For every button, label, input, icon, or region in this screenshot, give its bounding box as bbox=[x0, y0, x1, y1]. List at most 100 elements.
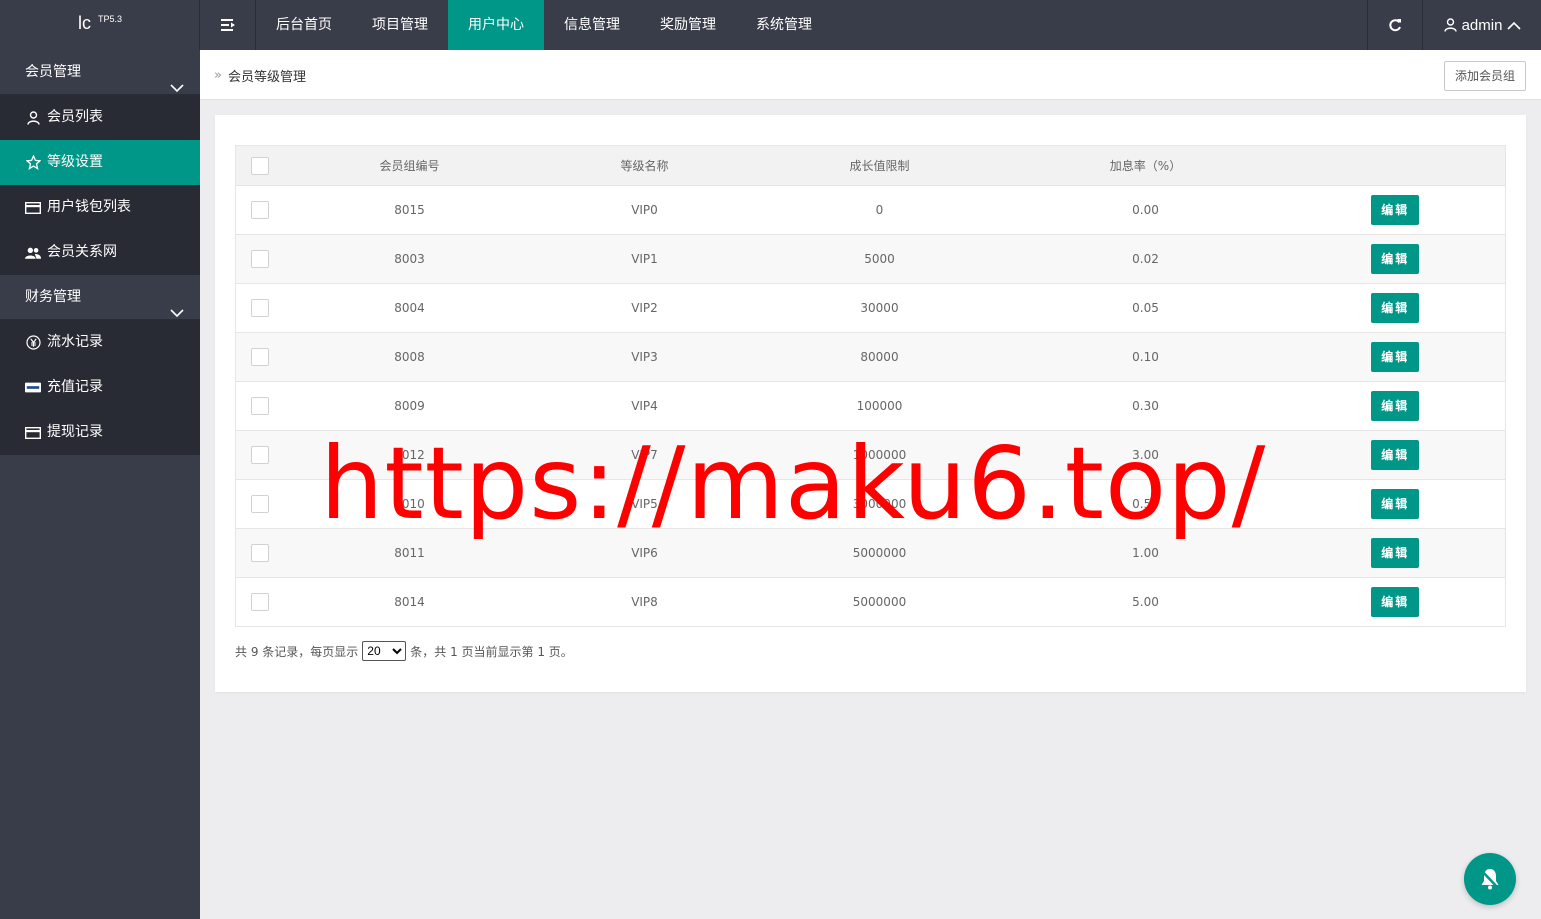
menu-toggle-button[interactable] bbox=[200, 0, 256, 50]
nav-item-3[interactable]: 信息管理 bbox=[544, 0, 640, 50]
row-checkbox[interactable] bbox=[250, 495, 269, 513]
header-interest-rate: 加息率（%） bbox=[1109, 159, 1182, 173]
table-cell: 0.30 bbox=[1132, 399, 1159, 413]
sidebar-item-0-3[interactable]: 会员关系网 bbox=[0, 230, 200, 275]
sidebar-item-label: 提现记录 bbox=[47, 424, 103, 440]
table-cell: VIP2 bbox=[631, 301, 658, 315]
nav-item-0[interactable]: 后台首页 bbox=[256, 0, 352, 50]
user-menu[interactable]: admin bbox=[1424, 0, 1541, 50]
table-cell: VIP4 bbox=[631, 399, 658, 413]
row-checkbox[interactable] bbox=[250, 299, 269, 317]
chevron-up-icon bbox=[1507, 21, 1521, 30]
table-cell: 0.10 bbox=[1132, 350, 1159, 364]
row-checkbox[interactable] bbox=[250, 593, 269, 611]
select-all-checkbox[interactable] bbox=[250, 156, 269, 175]
table-cell: VIP0 bbox=[631, 203, 658, 217]
table-row: 8009 VIP4 100000 0.30 编辑 bbox=[235, 381, 1506, 431]
row-checkbox[interactable] bbox=[250, 397, 269, 415]
row-actions-cell: 编辑 bbox=[1286, 186, 1506, 235]
edit-button[interactable]: 编辑 bbox=[1371, 244, 1420, 274]
row-checkbox[interactable] bbox=[250, 446, 269, 464]
row-actions-cell: 编辑 bbox=[1286, 284, 1506, 333]
sidebar-item-label: 流水记录 bbox=[47, 334, 103, 350]
table-cell: 8014 bbox=[394, 595, 425, 609]
bell-off-icon bbox=[1480, 869, 1500, 890]
sidebar-item-label: 会员列表 bbox=[47, 109, 103, 125]
table-row: 8015 VIP0 0 0.00 编辑 bbox=[235, 185, 1506, 235]
table-cell: 80000 bbox=[860, 350, 899, 364]
star-icon bbox=[25, 155, 41, 171]
table-cell: 5000000 bbox=[852, 595, 907, 609]
refresh-button[interactable] bbox=[1367, 0, 1423, 50]
row-select-cell bbox=[236, 186, 284, 235]
per-page-select[interactable]: 20 bbox=[362, 641, 407, 661]
row-checkbox[interactable] bbox=[250, 348, 269, 366]
table-cell: 8008 bbox=[394, 350, 425, 364]
card-icon bbox=[25, 425, 41, 441]
sidebar-group-label: 会员管理 bbox=[25, 64, 81, 80]
row-select-cell bbox=[236, 235, 284, 284]
edit-button[interactable]: 编辑 bbox=[1371, 293, 1420, 323]
breadcrumb-bar: » 会员等级管理 添加会员组 bbox=[200, 50, 1541, 100]
row-actions-cell: 编辑 bbox=[1286, 382, 1506, 431]
nav-item-4[interactable]: 奖励管理 bbox=[640, 0, 736, 50]
sidebar-item-label: 等级设置 bbox=[47, 154, 103, 170]
sidebar-item-label: 用户钱包列表 bbox=[47, 199, 131, 215]
sidebar-item-0-1[interactable]: 等级设置 bbox=[0, 140, 200, 185]
sidebar-submenu: 会员列表等级设置用户钱包列表 会员关系网 bbox=[0, 95, 200, 275]
table-row: 8004 VIP2 30000 0.05 编辑 bbox=[235, 283, 1506, 333]
sidebar-item-0-2[interactable]: 用户钱包列表 bbox=[0, 185, 200, 230]
nav-item-5[interactable]: 系统管理 bbox=[736, 0, 832, 50]
notification-fab[interactable] bbox=[1464, 853, 1516, 905]
row-checkbox[interactable] bbox=[250, 201, 269, 219]
edit-button[interactable]: 编辑 bbox=[1371, 440, 1420, 470]
sidebar-group-0[interactable]: 会员管理 bbox=[0, 50, 200, 95]
chevron-down-icon bbox=[170, 67, 184, 112]
row-select-cell bbox=[236, 578, 284, 627]
logo: lc TP5.3 bbox=[0, 0, 200, 50]
users-icon bbox=[25, 245, 41, 261]
user-icon bbox=[25, 110, 41, 126]
edit-button[interactable]: 编辑 bbox=[1371, 587, 1420, 617]
user-icon bbox=[1443, 18, 1457, 32]
table-cell: 0 bbox=[875, 203, 884, 217]
table-cell: 5.00 bbox=[1132, 595, 1159, 609]
breadcrumb: » 会员等级管理 bbox=[214, 66, 306, 85]
edit-button[interactable]: 编辑 bbox=[1371, 489, 1420, 519]
top-nav: 后台首页 项目管理 用户中心 信息管理 奖励管理 系统管理 bbox=[256, 0, 832, 50]
table-row: 8008 VIP3 80000 0.10 编辑 bbox=[235, 332, 1506, 382]
row-select-cell bbox=[236, 382, 284, 431]
sidebar-item-label: 会员关系网 bbox=[47, 244, 117, 260]
row-select-cell bbox=[236, 431, 284, 480]
sidebar-item-1-1[interactable]: 充值记录 bbox=[0, 365, 200, 410]
row-select-cell bbox=[236, 284, 284, 333]
row-actions-cell: 编辑 bbox=[1286, 431, 1506, 480]
paypal-card-icon bbox=[25, 380, 41, 396]
page-title: 会员等级管理 bbox=[227, 70, 306, 85]
table-cell: VIP3 bbox=[631, 350, 658, 364]
chevron-down-icon bbox=[170, 292, 184, 337]
table-cell: 0.00 bbox=[1132, 203, 1159, 217]
edit-button[interactable]: 编辑 bbox=[1371, 538, 1420, 568]
row-select-cell bbox=[236, 333, 284, 382]
edit-button[interactable]: 编辑 bbox=[1371, 342, 1420, 372]
table-cell: 100000 bbox=[856, 399, 903, 413]
sidebar-group-label: 财务管理 bbox=[25, 289, 81, 305]
row-checkbox[interactable] bbox=[250, 250, 269, 268]
add-member-group-button[interactable]: 添加会员组 bbox=[1443, 61, 1526, 91]
header-group-id: 会员组编号 bbox=[379, 159, 440, 173]
edit-button[interactable]: 编辑 bbox=[1371, 195, 1420, 225]
row-checkbox[interactable] bbox=[250, 544, 269, 562]
table-cell: VIP1 bbox=[631, 252, 658, 266]
sidebar-item-label: 充值记录 bbox=[47, 379, 103, 395]
sidebar-group-1[interactable]: 财务管理 bbox=[0, 275, 200, 320]
sidebar-item-1-2[interactable]: 提现记录 bbox=[0, 410, 200, 455]
user-name: admin bbox=[1461, 16, 1503, 34]
edit-button[interactable]: 编辑 bbox=[1371, 391, 1420, 421]
nav-item-1[interactable]: 项目管理 bbox=[352, 0, 448, 50]
table-cell: 30000 bbox=[860, 301, 899, 315]
row-select-cell bbox=[236, 529, 284, 578]
table-cell: 8003 bbox=[394, 252, 425, 266]
menu-toggle-icon bbox=[220, 19, 235, 31]
nav-item-2[interactable]: 用户中心 bbox=[448, 0, 544, 50]
